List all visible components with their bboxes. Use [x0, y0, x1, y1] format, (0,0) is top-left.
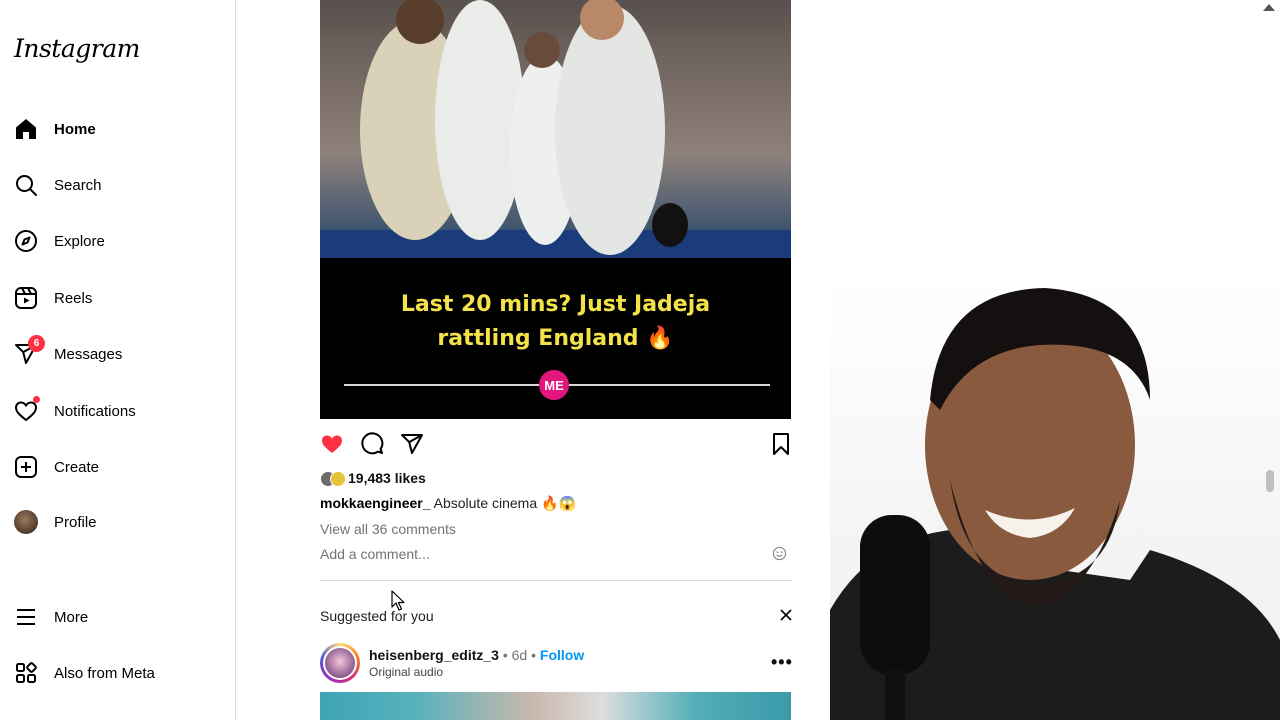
sidebar: Instagram Home Search Explore Reels 6 Me… — [0, 0, 236, 720]
post-caption: mokkaengineer_ Absolute cinema 🔥😱 — [320, 495, 576, 512]
sidebar-item-reels[interactable]: Reels — [13, 278, 92, 318]
add-comment-input[interactable]: Add a comment... — [320, 546, 430, 562]
likes-row: 19,483 likes — [320, 470, 426, 487]
sidebar-item-search[interactable]: Search — [13, 165, 102, 205]
heart-icon — [13, 396, 40, 424]
webcam-overlay — [830, 280, 1280, 720]
sidebar-item-create[interactable]: Create — [13, 447, 99, 487]
sidebar-item-explore[interactable]: Explore — [13, 221, 105, 261]
messages-count-badge: 6 — [28, 335, 45, 352]
likes-count[interactable]: 19,483 likes — [348, 470, 426, 486]
sidebar-item-more[interactable]: More — [13, 597, 88, 637]
reels-icon — [13, 285, 39, 311]
overlay-line-2: rattling England 🔥 — [437, 326, 674, 351]
meta-apps-icon — [13, 660, 39, 686]
view-comments-link[interactable]: View all 36 comments — [320, 521, 456, 537]
post-media[interactable]: Last 20 mins? Just Jadeja rattling Engla… — [320, 0, 791, 419]
original-audio-link[interactable]: Original audio — [369, 665, 443, 679]
suggested-user-avatar[interactable] — [320, 643, 360, 683]
sidebar-item-label: Reels — [54, 289, 93, 307]
suggested-user-row: heisenberg_editz_3 • 6d • Follow — [369, 647, 584, 663]
separator: • — [502, 647, 512, 663]
sidebar-item-messages[interactable]: 6 Messages — [13, 334, 122, 374]
notification-dot — [33, 396, 40, 403]
suggested-username[interactable]: heisenberg_editz_3 — [369, 647, 499, 663]
menu-icon — [13, 604, 39, 630]
more-options-icon[interactable]: ••• — [771, 652, 793, 673]
instagram-logo[interactable]: Instagram — [14, 34, 140, 63]
scrollbar-thumb[interactable] — [1266, 470, 1274, 492]
sidebar-item-label: Search — [54, 176, 102, 194]
sidebar-item-label: Notifications — [54, 402, 136, 420]
sidebar-item-label: Home — [54, 120, 96, 138]
post-overlay-text: Last 20 mins? Just Jadeja rattling Engla… — [320, 288, 791, 356]
send-icon: 6 — [13, 335, 45, 367]
sidebar-item-home[interactable]: Home — [13, 109, 96, 149]
sidebar-item-label: Also from Meta — [54, 664, 155, 682]
emoji-icon[interactable] — [772, 546, 787, 561]
sidebar-item-notifications[interactable]: Notifications — [13, 391, 136, 431]
sidebar-item-also-from-meta[interactable]: Also from Meta — [13, 653, 155, 693]
watermark-logo: ME — [539, 370, 569, 400]
avatar — [14, 510, 38, 534]
sidebar-item-profile[interactable]: Profile — [13, 502, 97, 542]
mouse-cursor-icon — [391, 590, 405, 611]
post-age: 6d — [511, 647, 528, 663]
sidebar-item-label: Messages — [54, 345, 123, 363]
post-photo — [320, 0, 791, 258]
next-post-media[interactable] — [320, 692, 791, 720]
caption-username[interactable]: mokkaengineer_ — [320, 495, 431, 511]
search-icon — [13, 172, 39, 198]
home-icon — [13, 116, 39, 142]
plus-square-icon — [13, 454, 39, 480]
liker-avatars — [320, 471, 346, 487]
share-icon[interactable] — [400, 432, 424, 456]
comment-icon[interactable] — [360, 432, 384, 456]
scroll-up-arrow[interactable] — [1263, 4, 1275, 11]
follow-button[interactable]: Follow — [540, 647, 584, 663]
suggested-heading: Suggested for you — [320, 608, 434, 624]
sidebar-item-label: Create — [54, 458, 100, 476]
sidebar-item-label: Profile — [54, 513, 97, 531]
like-heart-icon[interactable] — [320, 432, 344, 456]
bookmark-icon[interactable] — [769, 432, 793, 456]
sidebar-item-label: Explore — [54, 232, 105, 250]
post-divider — [320, 580, 792, 581]
compass-icon — [13, 228, 39, 254]
close-icon[interactable] — [779, 608, 793, 622]
overlay-line-1: Last 20 mins? Just Jadeja — [400, 292, 711, 317]
caption-text: Absolute cinema 🔥😱 — [433, 495, 576, 511]
sidebar-item-label: More — [54, 608, 89, 626]
separator: • — [531, 647, 540, 663]
